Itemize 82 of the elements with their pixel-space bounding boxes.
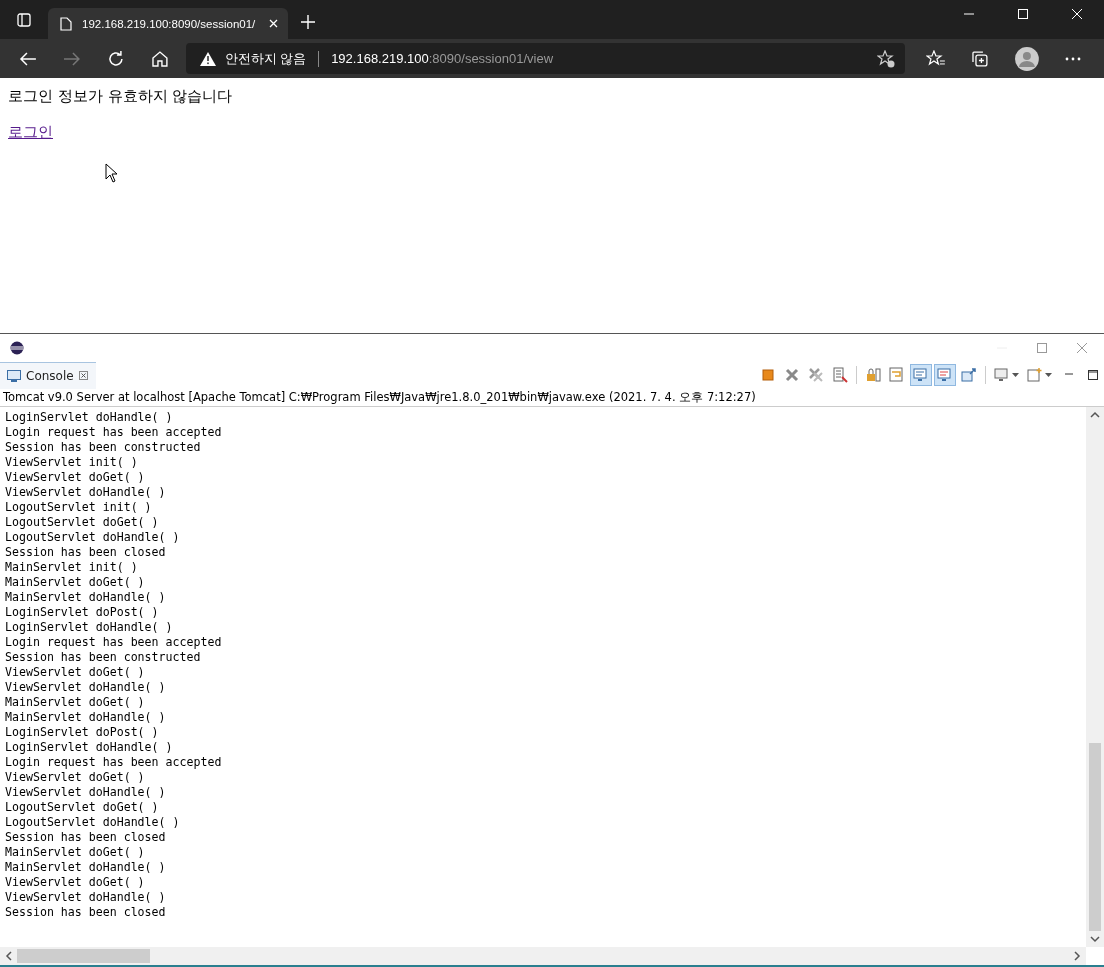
error-message: 로그인 정보가 유효하지 않습니다 — [8, 87, 234, 106]
caret-icon — [1012, 373, 1019, 377]
new-tab-icon[interactable] — [300, 14, 316, 30]
browser-tab[interactable]: 192.168.219.100:8090/session01/ — [48, 8, 288, 39]
scrollbar-thumb[interactable] — [17, 949, 150, 963]
console-line: MainServlet doGet( ) — [5, 845, 146, 860]
forward-icon[interactable] — [62, 50, 81, 67]
scroll-right-icon[interactable] — [1073, 951, 1081, 961]
console-line: LoginServlet doPost( ) — [5, 605, 160, 620]
console-line: LoginServlet doHandle( ) — [5, 410, 174, 425]
console-line: LoginServlet doHandle( ) — [5, 620, 174, 635]
console-line: ViewServlet doHandle( ) — [5, 680, 167, 695]
console-line: Login request has been accepted — [5, 755, 223, 770]
remove-icon — [784, 367, 800, 383]
close-tab-icon[interactable] — [269, 19, 278, 28]
favorites-icon[interactable] — [925, 49, 946, 68]
profile-icon[interactable] — [1015, 46, 1040, 71]
open-icon — [961, 367, 977, 383]
console-line: ViewServlet doGet( ) — [5, 470, 146, 485]
warning-icon — [199, 51, 216, 66]
page-icon — [60, 16, 72, 31]
close-view-icon[interactable] — [78, 371, 88, 380]
url-host: 192.168.219.100 — [331, 51, 429, 66]
console-icon — [7, 369, 21, 382]
not-secure-label: 안전하지 않음 — [224, 49, 307, 68]
scroll-up-icon[interactable] — [1090, 411, 1100, 419]
console-line: LogoutServlet doGet( ) — [5, 800, 160, 815]
console-line: Login request has been accepted — [5, 425, 223, 440]
maximize-view-icon[interactable] — [1087, 369, 1099, 381]
scrollbar-thumb[interactable] — [1089, 743, 1101, 931]
console-line: MainServlet doHandle( ) — [5, 590, 167, 605]
console-line: ViewServlet doHandle( ) — [5, 485, 167, 500]
console-line: LogoutServlet doHandle( ) — [5, 530, 181, 545]
collections-icon[interactable] — [971, 49, 990, 68]
console-tab[interactable]: Console — [0, 361, 96, 389]
home-icon[interactable] — [150, 49, 169, 68]
console-line: Session has been closed — [5, 905, 167, 920]
vertical-scrollbar[interactable] — [1086, 407, 1104, 947]
console-line: Session has been constructed — [5, 440, 202, 455]
console-line: LogoutServlet init( ) — [5, 500, 153, 515]
new-icon — [1027, 367, 1043, 383]
reload-icon[interactable] — [106, 49, 125, 68]
console-line: MainServlet doGet( ) — [5, 575, 146, 590]
add-favorite-icon[interactable] — [876, 49, 895, 68]
console-line: ViewServlet doGet( ) — [5, 875, 146, 890]
eclipse-logo-icon — [10, 340, 24, 355]
mouse-cursor-icon — [105, 163, 118, 183]
console-line: LogoutServlet doHandle( ) — [5, 815, 181, 830]
console-line: Session has been constructed — [5, 650, 202, 665]
console-line: MainServlet doHandle( ) — [5, 860, 167, 875]
process-label: Tomcat v9.0 Server at localhost [Apache Tomcat] C:₩Program Files₩Java₩jre1.8.0_201₩bin₩javaw.exe (2021. 7. 4. 오후 7:12:27) — [0, 389, 1104, 407]
scroll-down-icon[interactable] — [1090, 935, 1100, 943]
console-line: ViewServlet doHandle( ) — [5, 890, 167, 905]
caret-icon — [1045, 373, 1052, 377]
console-line: ViewServlet doGet( ) — [5, 770, 146, 785]
address-field[interactable]: 안전하지 않음 192.168.219.100:8090/session01/view — [185, 43, 905, 74]
horizontal-scrollbar[interactable] — [0, 947, 1086, 965]
console-line: Session has been closed — [5, 830, 167, 845]
console-line: LoginServlet doHandle( ) — [5, 740, 174, 755]
lock-icon — [865, 367, 881, 383]
more-icon[interactable] — [1065, 56, 1081, 61]
console-line: MainServlet doHandle( ) — [5, 710, 167, 725]
url-path: :8090/session01/view — [428, 51, 554, 66]
show-button[interactable] — [934, 364, 956, 386]
console-line: ViewServlet doGet( ) — [5, 665, 146, 680]
console-line: ViewServlet init( ) — [5, 455, 139, 470]
console-line: MainServlet init( ) — [5, 560, 139, 575]
stop-icon — [760, 367, 776, 383]
console-line: LogoutServlet doGet( ) — [5, 515, 160, 530]
scroll-left-icon[interactable] — [5, 951, 13, 961]
back-icon[interactable] — [19, 50, 37, 67]
login-link[interactable]: 로그인 — [8, 123, 53, 142]
console-line: MainServlet doGet( ) — [5, 695, 146, 710]
display-icon — [994, 367, 1010, 383]
pin-button[interactable] — [910, 364, 932, 386]
clear-icon — [832, 367, 848, 383]
console-line: Login request has been accepted — [5, 635, 223, 650]
console-line: Session has been closed — [5, 545, 167, 560]
remove-all-icon — [808, 367, 824, 383]
console-line: ViewServlet doHandle( ) — [5, 785, 167, 800]
tab-actions-icon[interactable] — [17, 13, 31, 27]
console-line: LoginServlet doPost( ) — [5, 725, 160, 740]
